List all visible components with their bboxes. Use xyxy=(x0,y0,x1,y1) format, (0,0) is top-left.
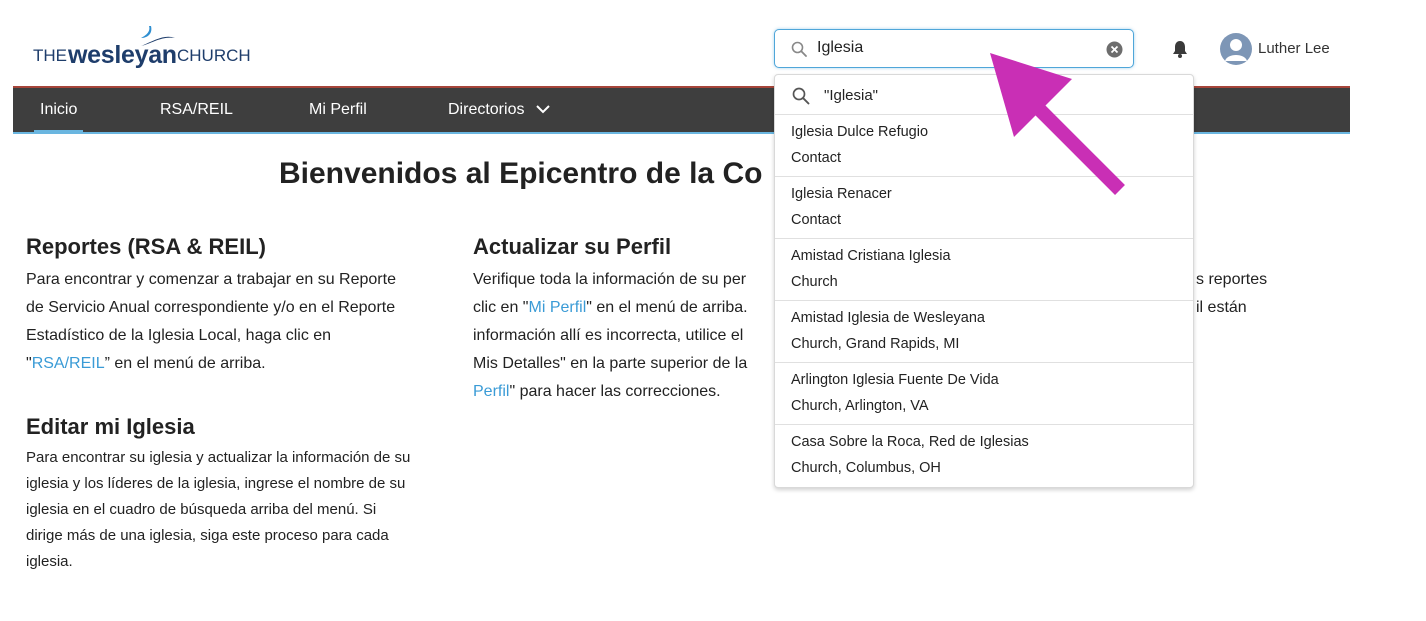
perfil-line-tail: " en el menú de arriba. xyxy=(586,299,748,316)
nav-item-mi-perfil[interactable]: Mi Perfil xyxy=(309,101,367,119)
result-name: Arlington Iglesia Fuente De Vida xyxy=(791,372,999,388)
right-column-line: il están xyxy=(1196,299,1247,316)
annotation-arrow-icon xyxy=(990,53,1125,195)
result-name: Amistad Cristiana Iglesia xyxy=(791,248,951,264)
editar-text: Para encontrar su iglesia y actualizar l… xyxy=(26,445,456,575)
perfil-link[interactable]: Perfil xyxy=(473,383,509,400)
perfil-line-tail: " para hacer las correcciones. xyxy=(509,383,721,400)
perfil-line: Verifique toda la información de su per xyxy=(473,271,747,288)
result-type: Church, Arlington, VA xyxy=(791,398,929,414)
perfil-line: Perfil" para hacer las correcciones. xyxy=(473,378,773,406)
perfil-heading: Actualizar su Perfil xyxy=(473,234,672,259)
nav-item-inicio[interactable]: Inicio xyxy=(33,101,84,133)
editar-line: dirige más de una iglesia, siga este pro… xyxy=(26,527,389,544)
right-column-line: s reportes xyxy=(1196,271,1268,288)
reportes-line: de Servicio Anual correspondiente y/o en… xyxy=(26,299,396,316)
reportes-line: Para encontrar y comenzar a trabajar en … xyxy=(26,271,396,288)
result-type: Church xyxy=(791,274,838,290)
result-type: Contact xyxy=(791,150,841,166)
result-name: Iglesia Dulce Refugio xyxy=(791,124,929,140)
editar-line: Para encontrar su iglesia y actualizar l… xyxy=(26,449,411,466)
result-type: Church, Grand Rapids, MI xyxy=(791,336,960,352)
notifications-bell-icon[interactable] xyxy=(1170,39,1190,59)
nav-item-directorios[interactable]: Directorios xyxy=(448,101,551,119)
search-result-item[interactable]: Arlington Iglesia Fuente De Vida Church,… xyxy=(775,363,1193,425)
user-avatar-icon xyxy=(1225,39,1247,61)
reportes-line-tail: ” en el menú de arriba. xyxy=(104,355,266,372)
search-result-item[interactable]: Amistad Iglesia de Wesleyana Church, Gra… xyxy=(775,301,1193,363)
editar-line: iglesia y los líderes de la iglesia, ing… xyxy=(26,475,406,492)
search-result-item[interactable]: Casa Sobre la Roca, Red de Iglesias Chur… xyxy=(775,425,1193,487)
search-icon xyxy=(791,41,807,57)
logo-church-text: CHURCH xyxy=(177,46,251,65)
reportes-text: Para encontrar y comenzar a trabajar en … xyxy=(26,266,456,378)
result-name: Casa Sobre la Roca, Red de Iglesias xyxy=(791,434,1029,450)
result-type: Contact xyxy=(791,212,841,228)
perfil-line: información allí es incorrecta, utilice … xyxy=(473,327,744,344)
editar-heading: Editar mi Iglesia xyxy=(26,414,195,439)
page-title: Bienvenidos al Epicentro de la Co xyxy=(279,157,763,190)
rsa-reil-link[interactable]: RSA/REIL xyxy=(32,355,105,372)
editar-line: iglesia. xyxy=(26,553,73,570)
result-type: Church, Columbus, OH xyxy=(791,460,941,476)
perfil-line: clic en "Mi Perfil" en el menú de arriba… xyxy=(473,294,773,322)
perfil-line-head: clic en " xyxy=(473,299,529,316)
logo-the-text: THE xyxy=(33,46,67,65)
editar-line: iglesia en el cuadro de búsqueda arriba … xyxy=(26,501,377,518)
nav-item-directorios-label: Directorios xyxy=(448,101,525,118)
perfil-line: Mis Detalles" en la parte superior de la xyxy=(473,355,748,372)
result-name: Iglesia Renacer xyxy=(791,186,892,202)
reportes-line: "RSA/REIL” en el menú de arriba. xyxy=(26,350,456,378)
chevron-down-icon xyxy=(536,105,550,114)
mi-perfil-link[interactable]: Mi Perfil xyxy=(528,299,586,316)
result-name: Amistad Iglesia de Wesleyana xyxy=(791,310,985,326)
user-avatar[interactable] xyxy=(1220,33,1252,65)
search-icon xyxy=(792,87,810,105)
perfil-text: Verifique toda la información de su per … xyxy=(473,266,773,406)
search-query-text: "Iglesia" xyxy=(824,87,879,104)
reportes-heading: Reportes (RSA & REIL) xyxy=(26,234,266,259)
logo-wesleyan-text: wesleyan xyxy=(68,41,177,69)
search-result-item[interactable]: Amistad Cristiana Iglesia Church xyxy=(775,239,1193,301)
user-name[interactable]: Luther Lee xyxy=(1258,40,1330,57)
reportes-line: Estadístico de la Iglesia Local, haga cl… xyxy=(26,327,332,344)
right-column-text: s reportes il están xyxy=(1196,266,1267,322)
nav-item-rsa-reil[interactable]: RSA/REIL xyxy=(160,101,233,119)
